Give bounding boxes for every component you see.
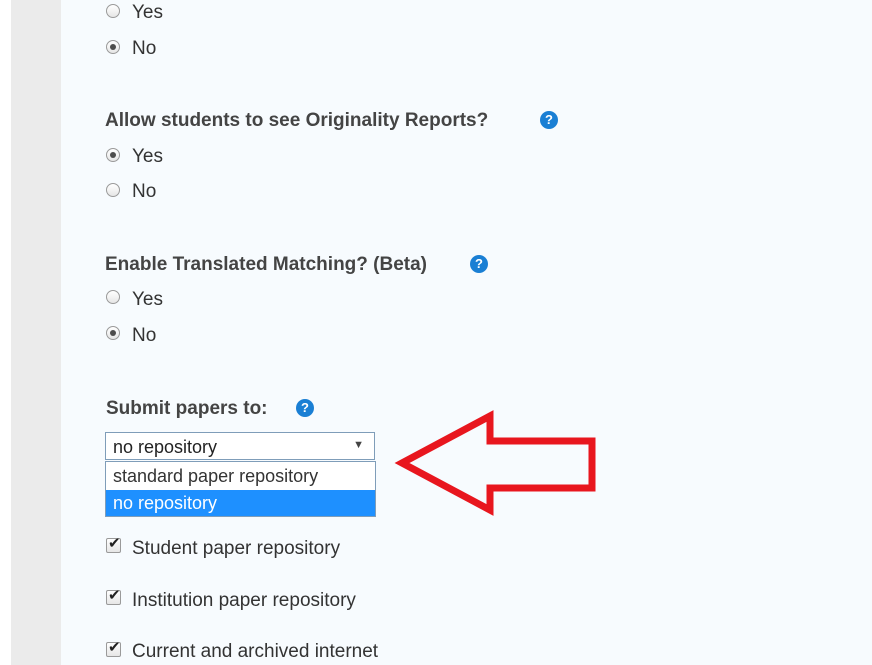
arrow-shape <box>394 410 596 516</box>
translated-question: Enable Translated Matching? (Beta) <box>105 254 427 275</box>
prev-no-label: No <box>132 38 157 59</box>
originality-question: Allow students to see Originality Report… <box>105 110 489 131</box>
select-value: no repository <box>113 437 218 457</box>
settings-panel <box>61 0 872 665</box>
translated-yes-label: Yes <box>132 289 163 310</box>
originality-yes-radio[interactable] <box>106 148 120 162</box>
translated-no-label: No <box>132 325 157 346</box>
internet-repo-label: Current and archived internet <box>132 641 379 662</box>
translated-no-radio[interactable] <box>106 326 120 340</box>
internet-repo-checkbox[interactable]: ✔ <box>106 639 121 657</box>
checkmark-icon: ✔ <box>108 639 121 656</box>
institution-repo-label: Institution paper repository <box>132 590 356 611</box>
translated-help-icon[interactable]: ? <box>470 255 488 273</box>
prev-no-radio[interactable] <box>106 40 120 54</box>
red-arrow-annotation <box>394 410 596 516</box>
checkmark-icon: ✔ <box>108 535 121 552</box>
institution-repo-checkbox[interactable]: ✔ <box>106 587 121 605</box>
checkmark-icon: ✔ <box>108 587 121 604</box>
left-gutter <box>0 0 11 665</box>
dropdown-option-standard[interactable]: standard paper repository <box>106 463 375 489</box>
submit-help-icon[interactable]: ? <box>296 399 314 417</box>
dropdown-option-none[interactable]: no repository <box>106 490 375 516</box>
originality-help-icon[interactable]: ? <box>540 111 558 129</box>
prev-yes-radio[interactable] <box>106 4 120 18</box>
originality-yes-label: Yes <box>132 146 163 167</box>
submit-papers-select[interactable]: no repository ▼ <box>105 432 375 460</box>
side-strip <box>11 0 61 665</box>
originality-no-radio[interactable] <box>106 183 120 197</box>
submit-papers-dropdown: standard paper repository no repository <box>105 461 376 517</box>
chevron-down-icon: ▼ <box>353 439 364 451</box>
student-repo-label: Student paper repository <box>132 538 341 559</box>
originality-no-label: No <box>132 181 157 202</box>
student-repo-checkbox[interactable]: ✔ <box>106 535 121 553</box>
translated-yes-radio[interactable] <box>106 290 120 304</box>
prev-yes-label: Yes <box>132 2 163 23</box>
submit-question: Submit papers to: <box>106 398 268 419</box>
